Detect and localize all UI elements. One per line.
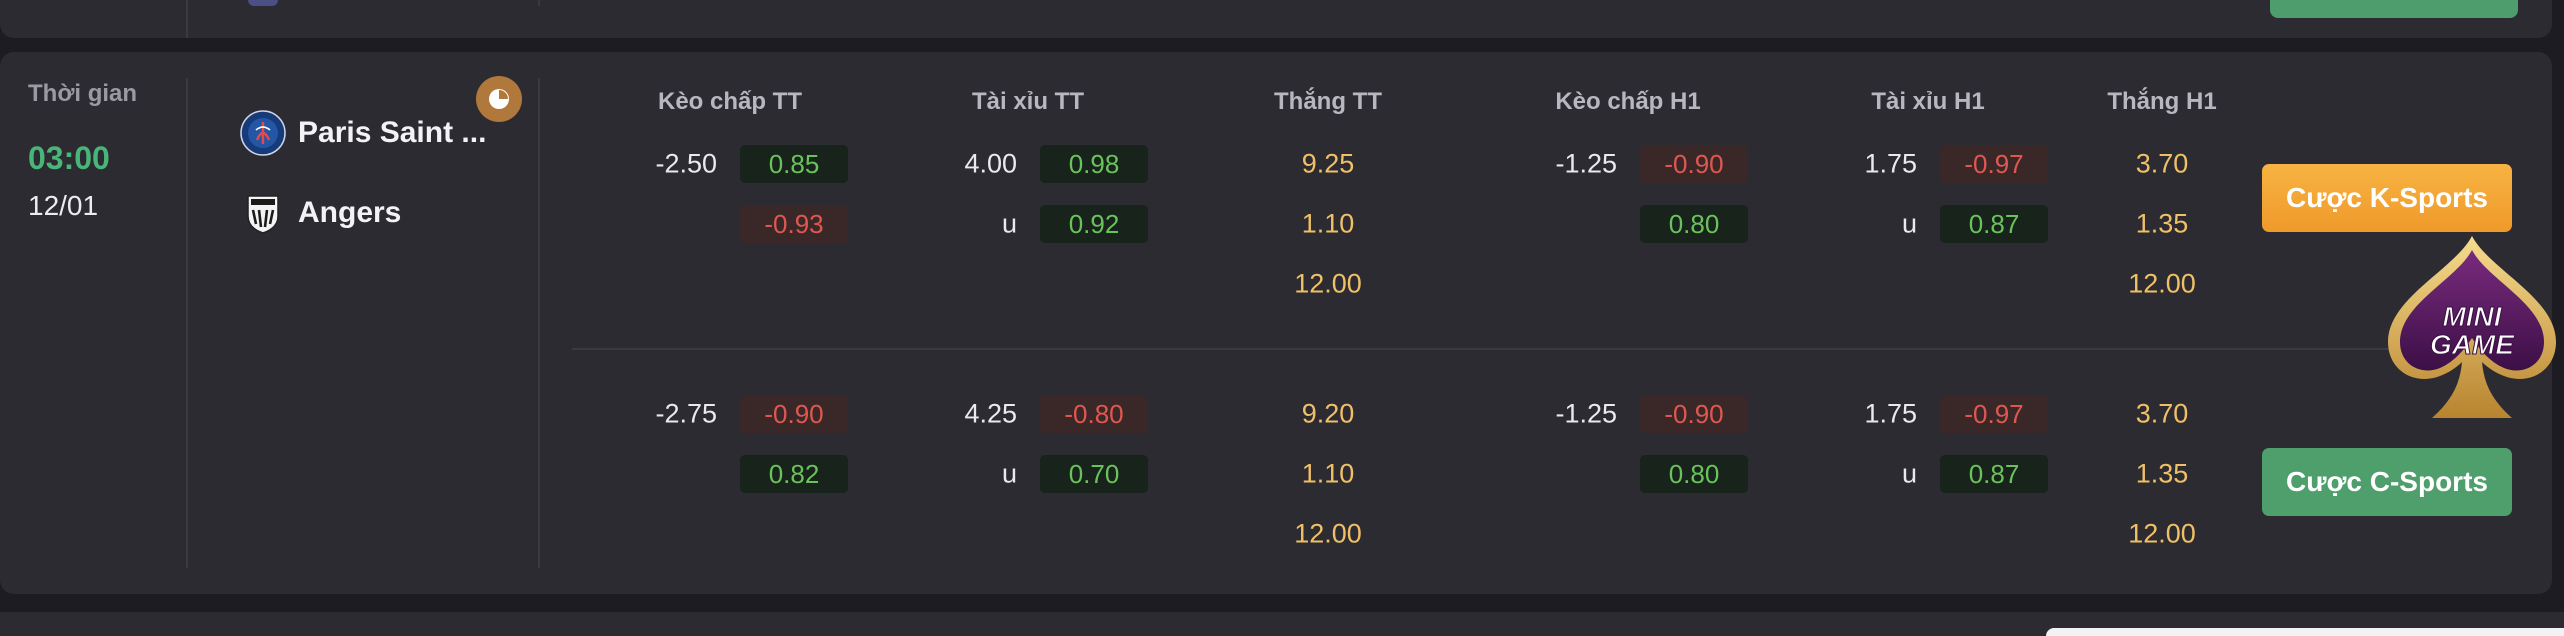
- odds-cell[interactable]: -0.90: [740, 395, 848, 433]
- time-label: Thời gian: [28, 80, 138, 107]
- minigame-spade-icon[interactable]: MINI GAME: [2380, 230, 2564, 430]
- overunder-line: 1.75: [1864, 398, 1917, 429]
- win-odds-draw[interactable]: 12.00: [1294, 519, 1362, 550]
- odds-cell[interactable]: -0.80: [1040, 395, 1148, 433]
- win-odds-home[interactable]: 9.25: [1302, 149, 1355, 180]
- team-crest-icon: [248, 0, 278, 6]
- column-header-win-tt: Thắng TT: [1274, 88, 1382, 115]
- column-header-handicap-h1: Kèo chấp H1: [1555, 88, 1701, 115]
- column-header-win-h1: Thắng H1: [2107, 88, 2217, 115]
- psg-crest-icon: [240, 110, 286, 156]
- under-label: u: [1001, 208, 1017, 239]
- odds-cell[interactable]: 0.85: [740, 145, 848, 183]
- odds-cell[interactable]: 0.80: [1640, 455, 1748, 493]
- angers-crest-icon: [247, 195, 279, 234]
- under-label: u: [1901, 208, 1917, 239]
- odds-cell[interactable]: 0.92: [1040, 205, 1148, 243]
- win-odds-draw[interactable]: 12.00: [1294, 269, 1362, 300]
- odds-cell[interactable]: -0.97: [1940, 145, 2048, 183]
- win-odds-draw[interactable]: 12.00: [2128, 519, 2196, 550]
- match-card: Thời gian 03:00 12/01 Paris Saint ... An…: [0, 52, 2552, 594]
- odds-cell[interactable]: -0.93: [740, 205, 848, 243]
- home-team[interactable]: Paris Saint ...: [240, 109, 486, 157]
- chart-icon[interactable]: [476, 76, 522, 122]
- odds-cell[interactable]: -0.90: [1640, 145, 1748, 183]
- win-odds-away[interactable]: 1.10: [1302, 459, 1355, 490]
- column-header-handicap-tt: Kèo chấp TT: [657, 88, 803, 115]
- odds-cell[interactable]: 0.70: [1040, 455, 1148, 493]
- bet-button[interactable]: [2270, 0, 2518, 18]
- odds-cell[interactable]: 0.98: [1040, 145, 1148, 183]
- under-label: u: [1001, 458, 1017, 489]
- win-odds-home[interactable]: 3.70: [2136, 149, 2189, 180]
- odds-cell[interactable]: 0.87: [1940, 205, 2048, 243]
- divider: [538, 0, 540, 6]
- overunder-line: 1.75: [1864, 148, 1917, 179]
- win-odds-home[interactable]: 9.20: [1302, 399, 1355, 430]
- win-odds-away[interactable]: 1.35: [2136, 209, 2189, 240]
- odds-cell[interactable]: -0.90: [1640, 395, 1748, 433]
- previous-match-card: [0, 0, 2552, 38]
- kickoff-time: 03:00: [28, 140, 110, 176]
- bet-c-sports-button[interactable]: Cược C-Sports: [2262, 448, 2512, 516]
- win-odds-away[interactable]: 1.35: [2136, 459, 2189, 490]
- divider: [186, 78, 188, 568]
- odds-board: Thời gian 03:00 12/01 Paris Saint ... An…: [0, 0, 2564, 636]
- handicap-line: -2.75: [655, 398, 717, 429]
- handicap-line: -1.25: [1555, 148, 1617, 179]
- home-team-name: Paris Saint ...: [298, 116, 487, 149]
- away-team-name: Angers: [298, 196, 402, 229]
- bet-k-sports-button[interactable]: Cược K-Sports: [2262, 164, 2512, 232]
- away-team[interactable]: Angers: [240, 189, 401, 237]
- odds-cell[interactable]: 0.80: [1640, 205, 1748, 243]
- column-header-overunder-h1: Tài xỉu H1: [1871, 88, 1985, 115]
- win-odds-draw[interactable]: 12.00: [2128, 269, 2196, 300]
- odds-cell[interactable]: 0.87: [1940, 455, 2048, 493]
- under-label: u: [1901, 458, 1917, 489]
- divider: [538, 78, 540, 568]
- win-odds-away[interactable]: 1.10: [1302, 209, 1355, 240]
- overunder-line: 4.25: [964, 398, 1017, 429]
- odds-cell[interactable]: -0.97: [1940, 395, 2048, 433]
- win-odds-home[interactable]: 3.70: [2136, 399, 2189, 430]
- kickoff-date: 12/01: [28, 190, 99, 221]
- market-divider: [572, 348, 2552, 350]
- handicap-line: -1.25: [1555, 398, 1617, 429]
- handicap-line: -2.50: [655, 148, 717, 179]
- minigame-line2: GAME: [2430, 329, 2515, 360]
- column-header-overunder-tt: Tài xỉu TT: [971, 88, 1085, 115]
- odds-cell[interactable]: 0.82: [740, 455, 848, 493]
- divider: [186, 0, 188, 38]
- bottom-panel[interactable]: [2046, 628, 2564, 636]
- overunder-line: 4.00: [964, 148, 1017, 179]
- minigame-line1: MINI: [2442, 301, 2502, 332]
